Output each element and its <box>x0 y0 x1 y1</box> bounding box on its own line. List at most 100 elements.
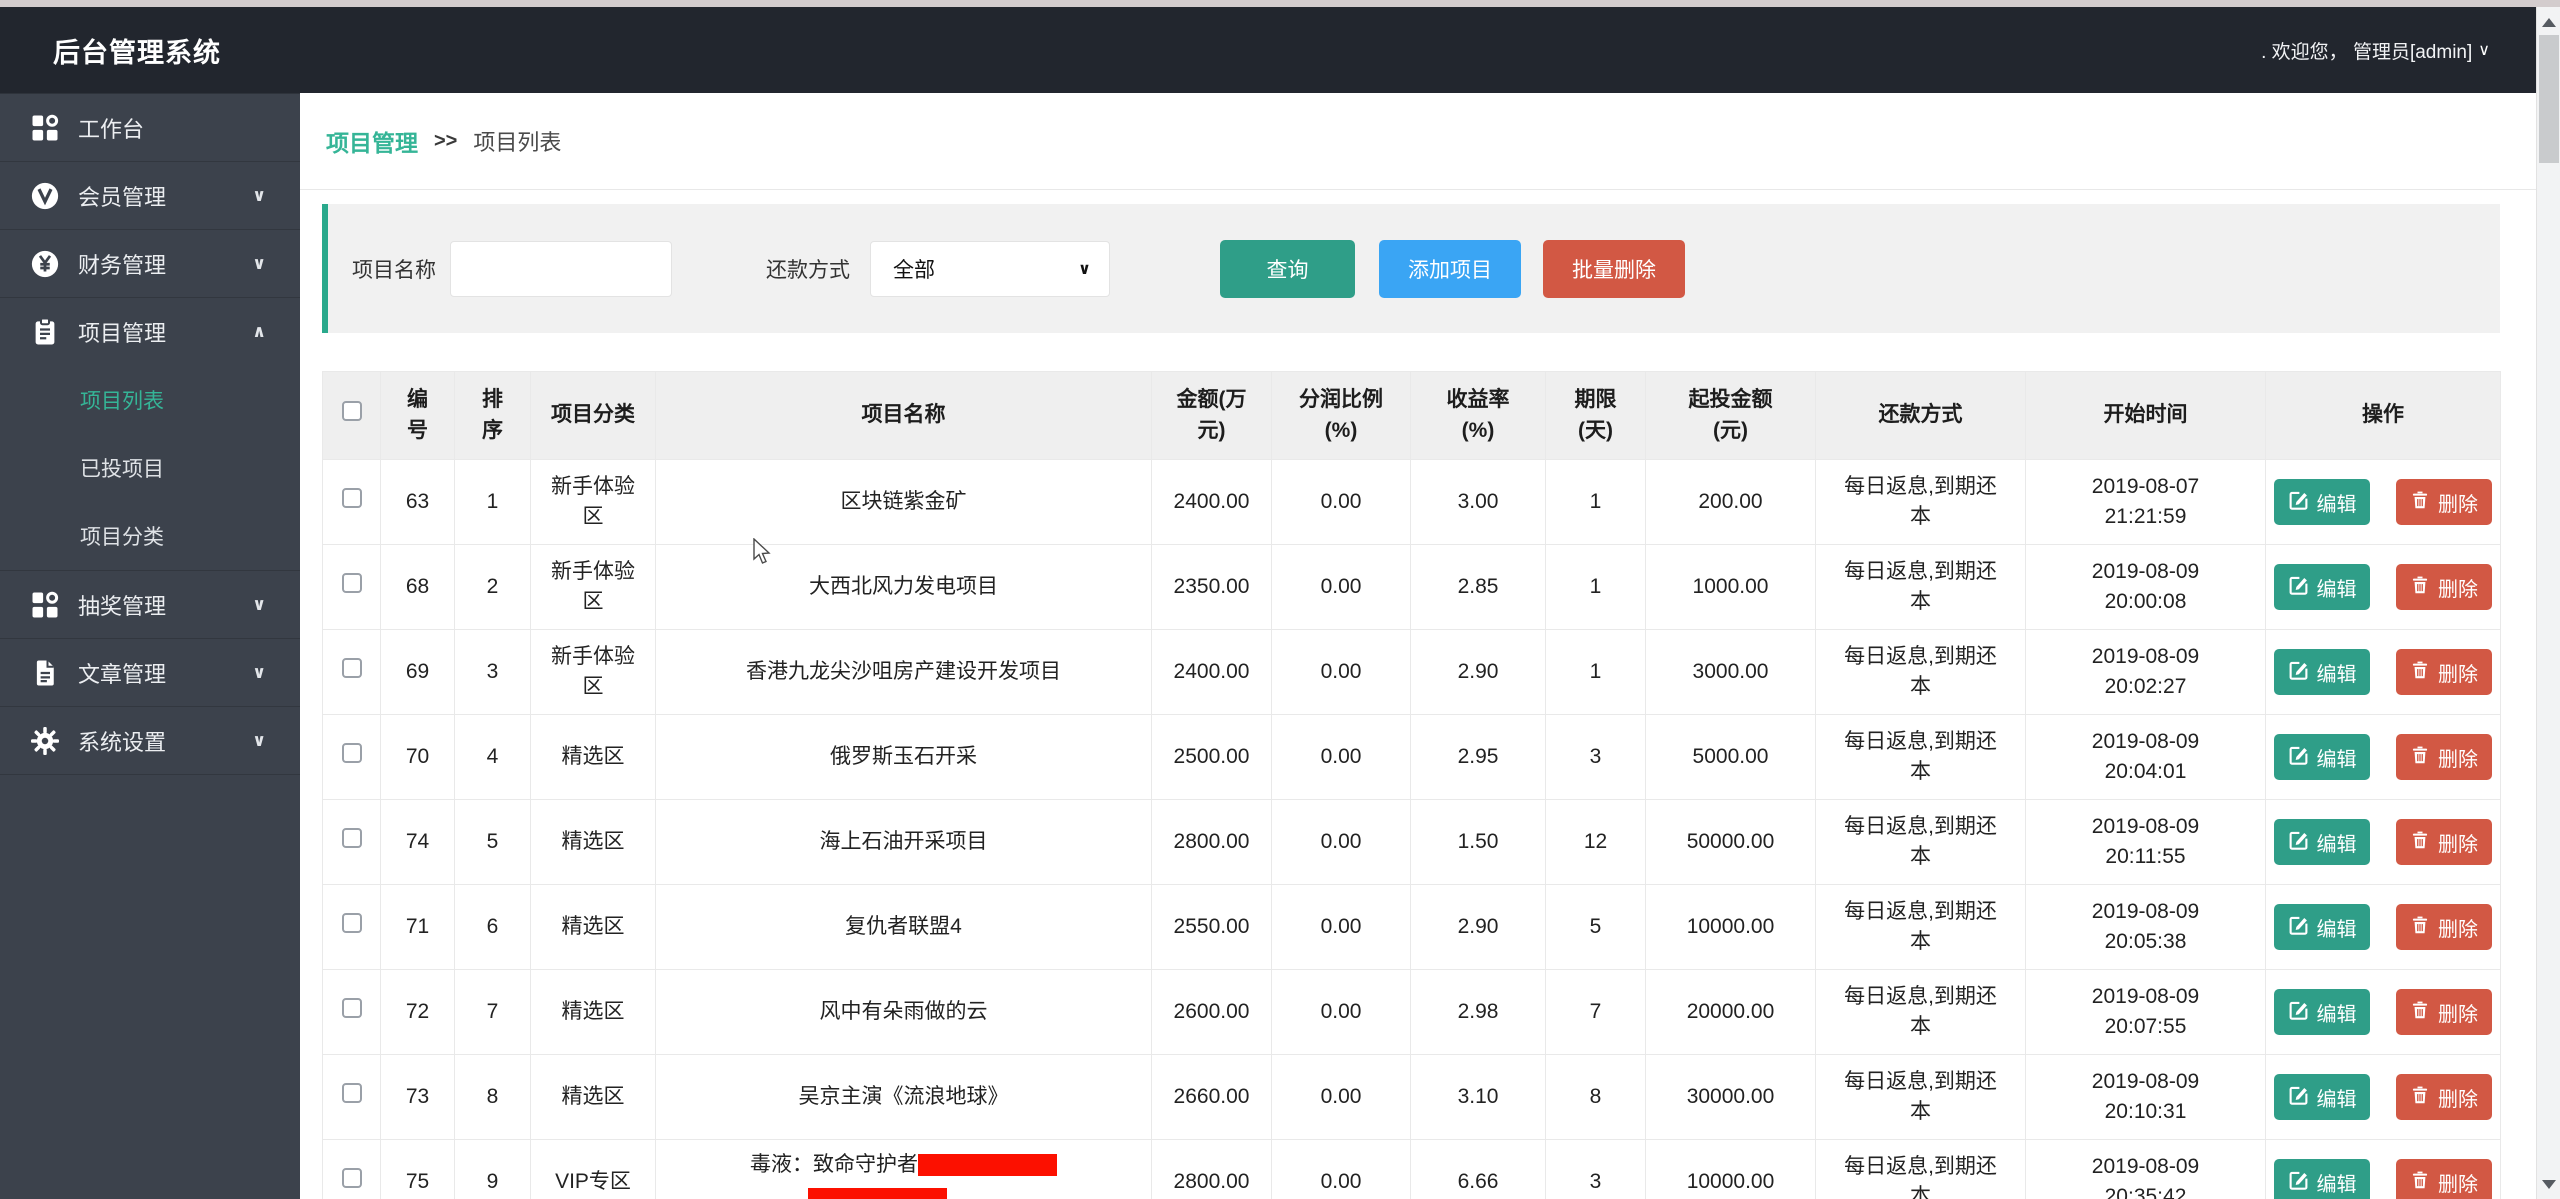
column-header-amount: 金额(万 元) <box>1152 372 1272 460</box>
row-checkbox[interactable] <box>342 913 362 933</box>
chevron-down-icon: ∨ <box>252 595 266 615</box>
user-menu[interactable]: . 欢迎您， 管理员[admin] ∨ <box>2261 37 2490 64</box>
table-row: 693新手体验 区香港九龙尖沙咀房产建设开发项目2400.000.002.901… <box>323 630 2501 715</box>
batch-delete-button[interactable]: 批量删除 <box>1543 240 1685 298</box>
cell-days: 3 <box>1546 1140 1646 1199</box>
edit-icon <box>2288 1169 2309 1196</box>
row-checkbox[interactable] <box>342 998 362 1018</box>
edit-button[interactable]: 编辑 <box>2274 734 2370 780</box>
cell-category: 新手体验 区 <box>531 460 656 545</box>
column-header-sort: 排 序 <box>455 372 531 460</box>
sidebar-subitem-0[interactable]: 项目列表 <box>0 366 300 434</box>
cell-check <box>323 970 381 1055</box>
chevron-down-icon: ∨ <box>252 663 266 683</box>
cell-min: 5000.00 <box>1646 715 1816 800</box>
edit-button[interactable]: 编辑 <box>2274 649 2370 695</box>
scroll-up-arrow-icon[interactable] <box>2537 9 2560 35</box>
column-header-category: 项目分类 <box>531 372 656 460</box>
delete-button[interactable]: 删除 <box>2396 1074 2492 1120</box>
edit-icon <box>2288 829 2309 856</box>
sidebar-menu: 工作台会员管理∨财务管理∨项目管理∧项目列表已投项目项目分类抽奖管理∨文章管理∨… <box>0 93 300 775</box>
cell-min: 20000.00 <box>1646 970 1816 1055</box>
cell-min: 30000.00 <box>1646 1055 1816 1140</box>
cell-amount: 2660.00 <box>1152 1055 1272 1140</box>
row-checkbox[interactable] <box>342 828 362 848</box>
project-name-input[interactable] <box>450 241 672 297</box>
select-all-checkbox[interactable] <box>342 401 362 421</box>
delete-button[interactable]: 删除 <box>2396 904 2492 950</box>
cell-category: 精选区 <box>531 885 656 970</box>
sidebar-item-label: 财务管理 <box>78 248 166 280</box>
edit-button[interactable]: 编辑 <box>2274 904 2370 950</box>
table-row: 745精选区海上石油开采项目2800.000.001.501250000.00每… <box>323 800 2501 885</box>
cell-check <box>323 630 381 715</box>
cell-rate: 2.98 <box>1411 970 1546 1055</box>
chevron-down-icon: ∨ <box>252 186 266 206</box>
edit-button[interactable]: 编辑 <box>2274 1159 2370 1199</box>
row-checkbox[interactable] <box>342 573 362 593</box>
table-row: 631新手体验 区区块链紫金矿2400.000.003.001200.00每日返… <box>323 460 2501 545</box>
delete-button[interactable]: 删除 <box>2396 479 2492 525</box>
cell-start: 2019-08-09 20:02:27 <box>2026 630 2266 715</box>
sidebar-item-4[interactable]: 抽奖管理∨ <box>0 571 300 639</box>
chevron-down-icon: ∨ <box>2478 40 2490 60</box>
cell-actions: 编辑删除 <box>2266 1140 2501 1199</box>
cell-days: 12 <box>1546 800 1646 885</box>
cell-repay: 每日返息,到期还 本 <box>1816 715 2026 800</box>
delete-button[interactable]: 删除 <box>2396 819 2492 865</box>
scrollbar-thumb[interactable] <box>2539 35 2559 163</box>
cell-sort: 4 <box>455 715 531 800</box>
cell-actions: 编辑删除 <box>2266 460 2501 545</box>
table-head: 编 号排 序项目分类项目名称金额(万 元)分润比例 (%)收益率 (%)期限 (… <box>323 372 2501 460</box>
cell-sort: 8 <box>455 1055 531 1140</box>
delete-button[interactable]: 删除 <box>2396 989 2492 1035</box>
add-project-button[interactable]: 添加项目 <box>1379 240 1521 298</box>
edit-button[interactable]: 编辑 <box>2274 479 2370 525</box>
sidebar-item-6[interactable]: 系统设置∨ <box>0 707 300 775</box>
row-checkbox[interactable] <box>342 1168 362 1188</box>
row-checkbox[interactable] <box>342 1083 362 1103</box>
row-checkbox[interactable] <box>342 743 362 763</box>
vertical-scrollbar[interactable] <box>2536 7 2560 1199</box>
trash-icon <box>2410 914 2430 941</box>
delete-button[interactable]: 删除 <box>2396 649 2492 695</box>
cell-amount: 2550.00 <box>1152 885 1272 970</box>
sidebar-subitem-1[interactable]: 已投项目 <box>0 434 300 502</box>
scroll-down-arrow-icon[interactable] <box>2537 1171 2560 1197</box>
cell-share: 0.00 <box>1272 715 1411 800</box>
edit-button[interactable]: 编辑 <box>2274 564 2370 610</box>
edit-icon <box>2288 914 2309 941</box>
edit-button[interactable]: 编辑 <box>2274 1074 2370 1120</box>
cell-start: 2019-08-09 20:04:01 <box>2026 715 2266 800</box>
sidebar-item-2[interactable]: 财务管理∨ <box>0 230 300 298</box>
delete-button[interactable]: 删除 <box>2396 564 2492 610</box>
edit-button[interactable]: 编辑 <box>2274 819 2370 865</box>
column-header-name: 项目名称 <box>656 372 1152 460</box>
edit-button[interactable]: 编辑 <box>2274 989 2370 1035</box>
table-row: 682新手体验 区大西北风力发电项目2350.000.002.8511000.0… <box>323 545 2501 630</box>
trash-icon <box>2410 999 2430 1026</box>
sidebar-subitem-2[interactable]: 项目分类 <box>0 502 300 570</box>
cell-start: 2019-08-09 20:07:55 <box>2026 970 2266 1055</box>
lottery-icon <box>30 590 64 620</box>
sidebar-item-3[interactable]: 项目管理∧ <box>0 298 300 366</box>
delete-button[interactable]: 删除 <box>2396 734 2492 780</box>
cell-sort: 9 <box>455 1140 531 1199</box>
cell-category: 精选区 <box>531 715 656 800</box>
cell-check <box>323 715 381 800</box>
cell-start: 2019-08-07 21:21:59 <box>2026 460 2266 545</box>
breadcrumb-current: 项目列表 <box>473 125 561 157</box>
repay-method-select[interactable]: 全部 ∨ <box>870 241 1110 297</box>
query-button[interactable]: 查询 <box>1220 240 1355 298</box>
table-row: 716精选区复仇者联盟42550.000.002.90510000.00每日返息… <box>323 885 2501 970</box>
sidebar-item-0[interactable]: 工作台 <box>0 94 300 162</box>
cell-name: 吴京主演《流浪地球》 <box>656 1055 1152 1140</box>
cell-id: 72 <box>381 970 455 1055</box>
breadcrumb-section[interactable]: 项目管理 <box>326 124 418 158</box>
delete-button[interactable]: 删除 <box>2396 1159 2492 1199</box>
column-header-repay: 还款方式 <box>1816 372 2026 460</box>
row-checkbox[interactable] <box>342 488 362 508</box>
sidebar-item-1[interactable]: 会员管理∨ <box>0 162 300 230</box>
sidebar-item-5[interactable]: 文章管理∨ <box>0 639 300 707</box>
row-checkbox[interactable] <box>342 658 362 678</box>
